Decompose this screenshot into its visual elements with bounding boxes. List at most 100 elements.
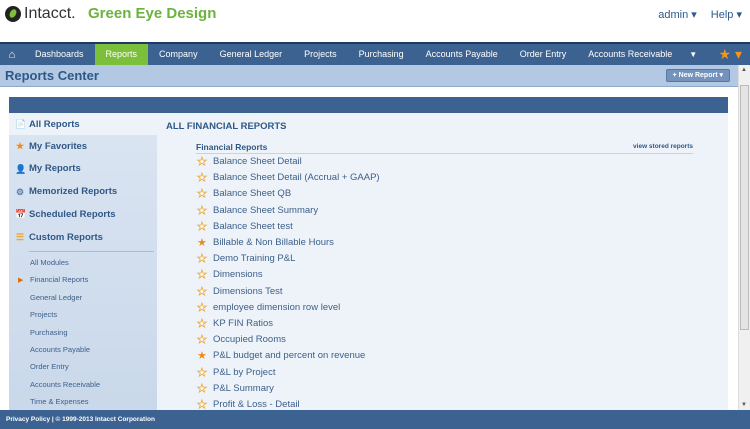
star-outline-icon[interactable]: ★ (197, 301, 208, 314)
calendar-icon: 📅 (15, 209, 27, 220)
report-row[interactable]: ★ P&L budget and percent on revenue (197, 349, 365, 362)
sidebar-module-all-modules[interactable]: All Modules (30, 258, 69, 267)
sidebar-module-accounts-payable[interactable]: Accounts Payable (30, 345, 90, 354)
favorite-star-icon[interactable]: ★ (197, 236, 208, 249)
favorite-star-icon[interactable]: ★ (197, 349, 208, 362)
sidebar-module-purchasing[interactable]: Purchasing (30, 328, 68, 337)
report-row[interactable]: ★ P&L Summary (197, 382, 274, 395)
user-report-icon: 👤 (15, 163, 27, 174)
sidebar-module-time-expenses[interactable]: Time & Expenses (30, 397, 89, 406)
admin-menu[interactable]: admin ▾ (658, 8, 697, 21)
reports-icon: 📄 (15, 119, 27, 129)
panel-strip (9, 97, 728, 113)
nav-tab-dashboards[interactable]: Dashboards (24, 44, 95, 65)
report-link[interactable]: Balance Sheet Detail (Accrual + GAAP) (213, 172, 380, 183)
report-link[interactable]: Dimensions Test (213, 286, 283, 297)
logo-icon (5, 6, 21, 22)
report-link[interactable]: Balance Sheet Detail (213, 156, 302, 167)
star-outline-icon[interactable]: ★ (197, 268, 208, 282)
star-outline-icon[interactable]: ★ (197, 285, 208, 298)
sidebar-item-label: Memorized Reports (29, 186, 118, 198)
report-row[interactable]: ★ P&L by Project (197, 366, 276, 379)
new-report-button[interactable]: + New Report ▾ (665, 69, 730, 82)
star-outline-icon[interactable]: ★ (197, 204, 208, 217)
report-row[interactable]: ★ KP FIN Ratios (197, 317, 273, 331)
nav-tab-purchasing[interactable]: Purchasing (348, 44, 415, 65)
home-icon[interactable]: ⌂ (0, 49, 24, 61)
brand-text: Intacct. (24, 5, 76, 22)
star-outline-icon[interactable]: ★ (197, 382, 208, 395)
reports-panel: 📄 All Reports ★ My Favorites 👤 My Reports ⚙ Mem… (9, 97, 728, 411)
star-outline-icon[interactable]: ★ (197, 252, 208, 266)
view-stored-reports-link[interactable]: view stored reports (633, 143, 693, 150)
report-link[interactable]: KP FIN Ratios (213, 318, 273, 329)
report-link[interactable]: employee dimension row level (213, 302, 340, 313)
sidebar-item-my-favorites[interactable]: ★ My Favorites (15, 141, 87, 152)
report-link[interactable]: Balance Sheet test (213, 221, 293, 232)
star-outline-icon[interactable]: ★ (197, 366, 208, 379)
help-menu[interactable]: Help ▾ (711, 8, 742, 21)
star-outline-icon[interactable]: ★ (197, 317, 208, 331)
sidebar-item-label: My Favorites (29, 140, 88, 152)
nav-tab-reports[interactable]: Reports (94, 44, 149, 65)
sidebar-module-projects[interactable]: Projects (30, 310, 57, 319)
company-name: Green Eye Design (88, 5, 217, 22)
star-outline-icon[interactable]: ★ (197, 187, 208, 201)
list-heading: ALL FINANCIAL REPORTS (166, 121, 287, 132)
report-row[interactable]: ★ Balance Sheet QB (197, 187, 292, 201)
report-row[interactable]: ★ Balance Sheet Detail (Accrual + GAAP) (197, 171, 380, 185)
sidebar-module-financial-reports[interactable]: Financial Reports (30, 275, 88, 284)
star-outline-icon[interactable]: ★ (197, 333, 208, 347)
report-row[interactable]: ★ Occupied Rooms (197, 333, 286, 347)
report-row[interactable]: ★ employee dimension row level (197, 301, 341, 314)
nav-more-chevron-icon[interactable]: ▼ (683, 50, 703, 59)
sidebar-item-memorized-reports[interactable]: ⚙ Memorized Reports (15, 186, 117, 197)
report-link[interactable]: Balance Sheet QB (213, 188, 291, 199)
report-row[interactable]: ★ Balance Sheet Summary (197, 204, 318, 217)
page-header: Reports Center + New Report ▾ (0, 65, 738, 87)
report-row[interactable]: ★ Dimensions (197, 268, 263, 282)
report-row[interactable]: ★ Demo Training P&L (197, 252, 296, 266)
top-header: Intacct. Green Eye Design admin ▾ Help ▾ (0, 0, 750, 42)
star-outline-icon[interactable]: ★ (197, 171, 208, 185)
sidebar-item-my-reports[interactable]: 👤 My Reports (15, 163, 81, 174)
sidebar-module-accounts-receivable[interactable]: Accounts Receivable (30, 380, 100, 389)
report-row[interactable]: ★ Balance Sheet Detail (197, 155, 302, 169)
page-title: Reports Center (5, 68, 99, 83)
nav-tab-accounts-receivable[interactable]: Accounts Receivable (577, 44, 683, 65)
report-link[interactable]: Occupied Rooms (213, 334, 286, 345)
sidebar-item-scheduled-reports[interactable]: 📅 Scheduled Reports (15, 209, 116, 220)
favorites-star-icon[interactable]: ★ ▾ (719, 44, 742, 65)
scrollbar[interactable]: ▲ ▼ (738, 65, 750, 410)
nav-tab-accounts-payable[interactable]: Accounts Payable (415, 44, 509, 65)
nav-tab-projects[interactable]: Projects (293, 44, 348, 65)
intacct-logo[interactable]: Intacct. (5, 5, 76, 23)
report-link[interactable]: Profit & Loss - Detail (213, 399, 300, 410)
sidebar-module-general-ledger[interactable]: General Ledger (30, 293, 82, 302)
report-link[interactable]: Demo Training P&L (213, 253, 295, 264)
report-link[interactable]: Dimensions (213, 269, 263, 280)
nav-tab-order-entry[interactable]: Order Entry (509, 44, 578, 65)
report-link[interactable]: Balance Sheet Summary (213, 205, 318, 216)
memorized-icon: ⚙ (15, 186, 25, 197)
report-link[interactable]: P&L by Project (213, 367, 275, 378)
selected-arrow-icon: ▶ (18, 277, 24, 285)
nav-tab-company[interactable]: Company (148, 44, 209, 65)
nav-tab-general-ledger[interactable]: General Ledger (209, 44, 294, 65)
report-row[interactable]: ★ Balance Sheet test (197, 220, 293, 233)
star-outline-icon[interactable]: ★ (197, 155, 208, 169)
sidebar-item-all-reports[interactable]: 📄 All Reports (9, 113, 157, 135)
report-row[interactable]: ★ Dimensions Test (197, 285, 283, 298)
scroll-thumb[interactable] (740, 85, 749, 330)
sidebar-item-label: My Reports (29, 163, 81, 175)
star-outline-icon[interactable]: ★ (197, 220, 208, 233)
report-link[interactable]: P&L Summary (213, 383, 274, 394)
report-link[interactable]: P&L budget and percent on revenue (213, 350, 365, 361)
list-icon: ☰ (15, 232, 25, 242)
scroll-down-icon[interactable]: ▼ (741, 402, 747, 408)
scroll-up-icon[interactable]: ▲ (741, 67, 747, 73)
report-row[interactable]: ★ Billable & Non Billable Hours (197, 236, 334, 249)
report-link[interactable]: Billable & Non Billable Hours (213, 237, 334, 248)
sidebar-module-order-entry[interactable]: Order Entry (30, 362, 69, 371)
sidebar-item-custom-reports[interactable]: ☰ Custom Reports (15, 232, 103, 243)
